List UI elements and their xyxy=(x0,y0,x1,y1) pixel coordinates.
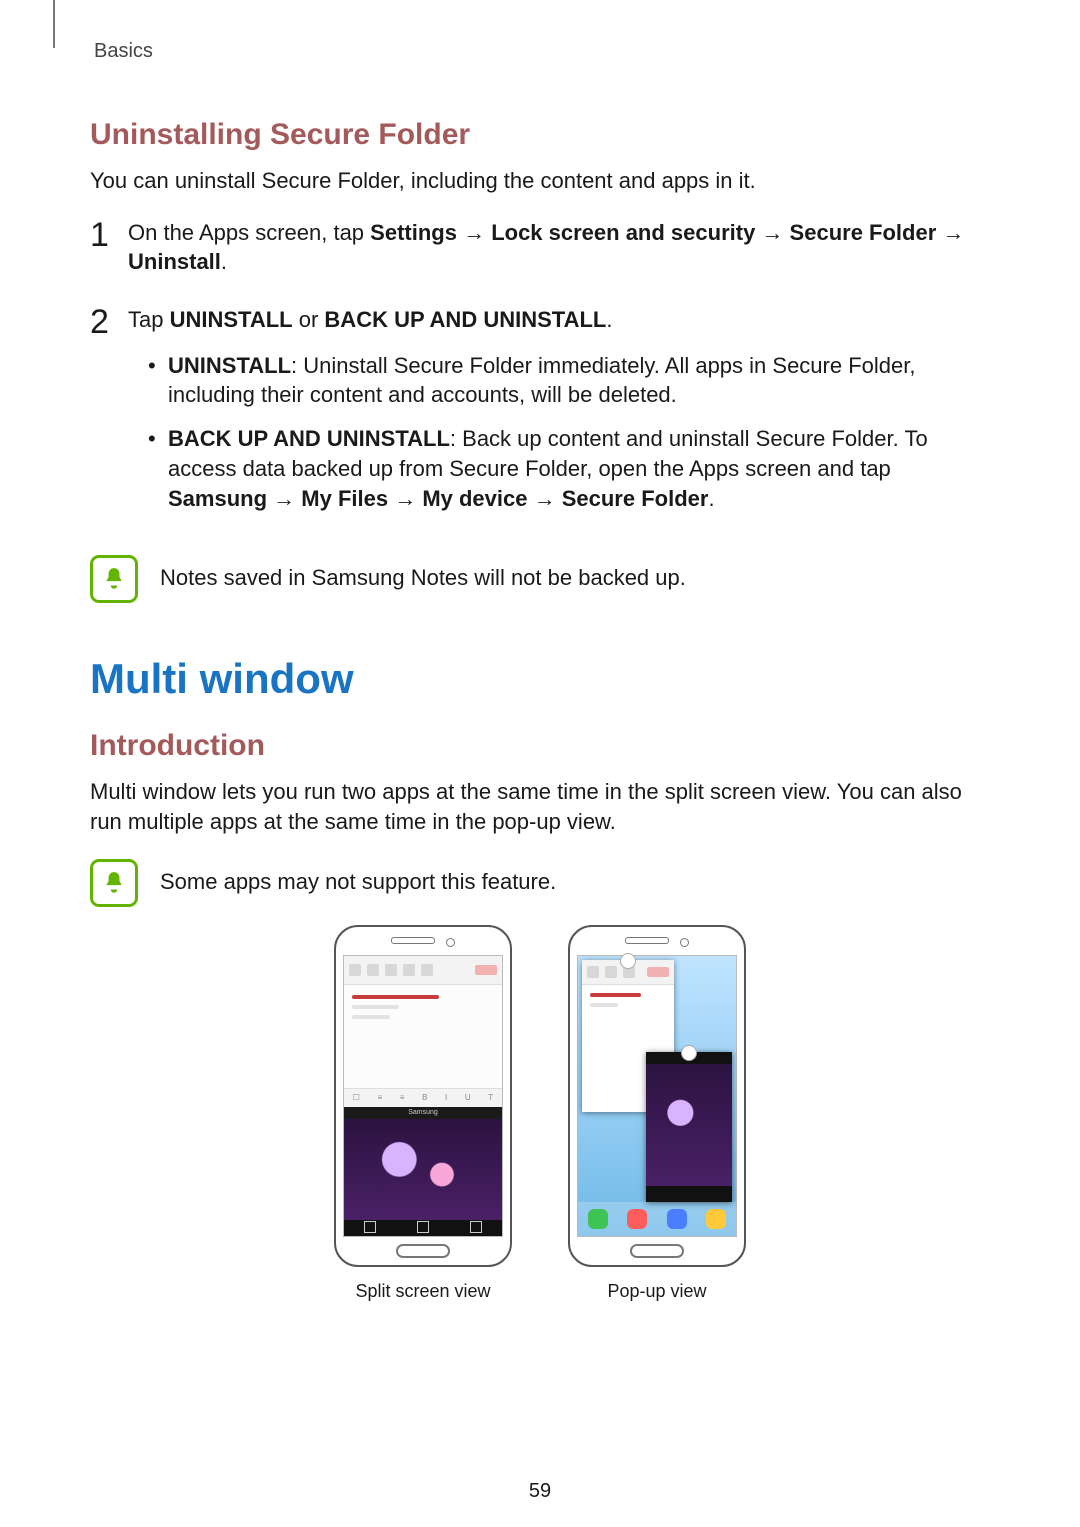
note-unsupported: Some apps may not support this feature. xyxy=(90,859,990,907)
heading-multiwindow: Multi window xyxy=(90,655,990,703)
phone-mockup xyxy=(568,925,746,1267)
heading-uninstall: Uninstalling Secure Folder xyxy=(90,118,990,152)
step-number: 2 xyxy=(90,305,128,527)
step-2: 2 Tap UNINSTALL or BACK UP AND UNINSTALL… xyxy=(90,305,990,527)
bell-icon xyxy=(90,555,138,603)
page-number: 59 xyxy=(0,1480,1080,1503)
phone-mockup: ☐≡≡BIUT Samsung xyxy=(334,925,512,1267)
step-1-text: On the Apps screen, tap Settings → Lock … xyxy=(128,218,990,277)
caption-popup: Pop-up view xyxy=(568,1281,746,1302)
note-samsung-notes: Notes saved in Samsung Notes will not be… xyxy=(90,555,990,603)
step-2-text: Tap UNINSTALL or BACK UP AND UNINSTALL. … xyxy=(128,305,990,527)
uninstall-intro: You can uninstall Secure Folder, includi… xyxy=(90,166,990,196)
step-1: 1 On the Apps screen, tap Settings → Loc… xyxy=(90,218,990,277)
heading-introduction: Introduction xyxy=(90,729,990,763)
caption-split: Split screen view xyxy=(334,1281,512,1302)
note-text: Some apps may not support this feature. xyxy=(160,859,556,897)
margin-rule xyxy=(53,0,55,48)
bell-icon xyxy=(90,859,138,907)
figure-split-screen: ☐≡≡BIUT Samsung Split screen view xyxy=(334,925,512,1302)
step-number: 1 xyxy=(90,218,128,277)
figure-popup-view: Pop-up view xyxy=(568,925,746,1302)
multiwindow-body: Multi window lets you run two apps at th… xyxy=(90,777,990,836)
step2-option-backup: BACK UP AND UNINSTALL: Back up content a… xyxy=(148,424,990,513)
note-text: Notes saved in Samsung Notes will not be… xyxy=(160,555,686,593)
running-header: Basics xyxy=(94,40,990,63)
step2-option-uninstall: UNINSTALL: Uninstall Secure Folder immed… xyxy=(148,351,990,410)
